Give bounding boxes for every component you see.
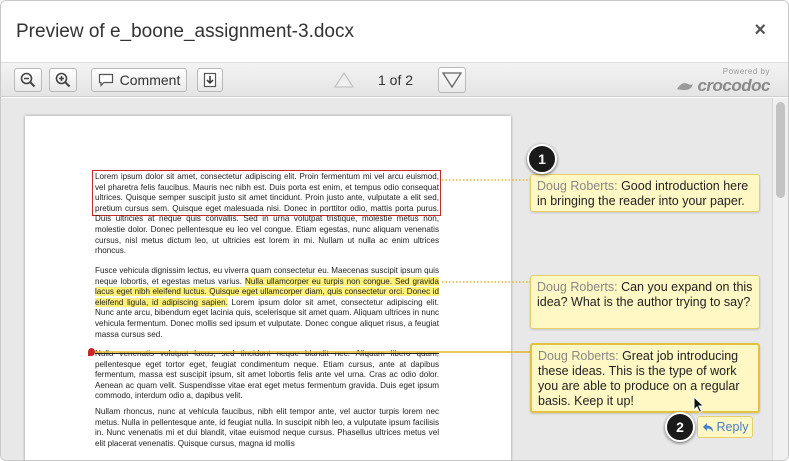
mouse-pointer-icon <box>693 396 705 414</box>
comment-card[interactable]: Doug Roberts: Can you expand on this ide… <box>530 275 760 329</box>
comment-author: Doug Roberts: <box>537 280 618 294</box>
reply-button[interactable]: Reply <box>697 416 753 438</box>
step-badge-1: 1 <box>527 144 557 174</box>
reply-label: Reply <box>716 420 749 434</box>
comment-card-active[interactable]: Doug Roberts: Great job introducing thes… <box>530 343 760 413</box>
comment-card[interactable]: Doug Roberts: Good introduction here in … <box>530 174 760 212</box>
comment-author: Doug Roberts: <box>537 179 618 193</box>
point-annotation-marker[interactable] <box>88 348 95 356</box>
comment-author: Doug Roberts: <box>538 349 619 363</box>
step-badge-2: 2 <box>665 412 695 442</box>
preview-dialog: Preview of e_boone_assignment-3.docx × C… <box>0 0 789 461</box>
reply-icon <box>702 422 713 432</box>
